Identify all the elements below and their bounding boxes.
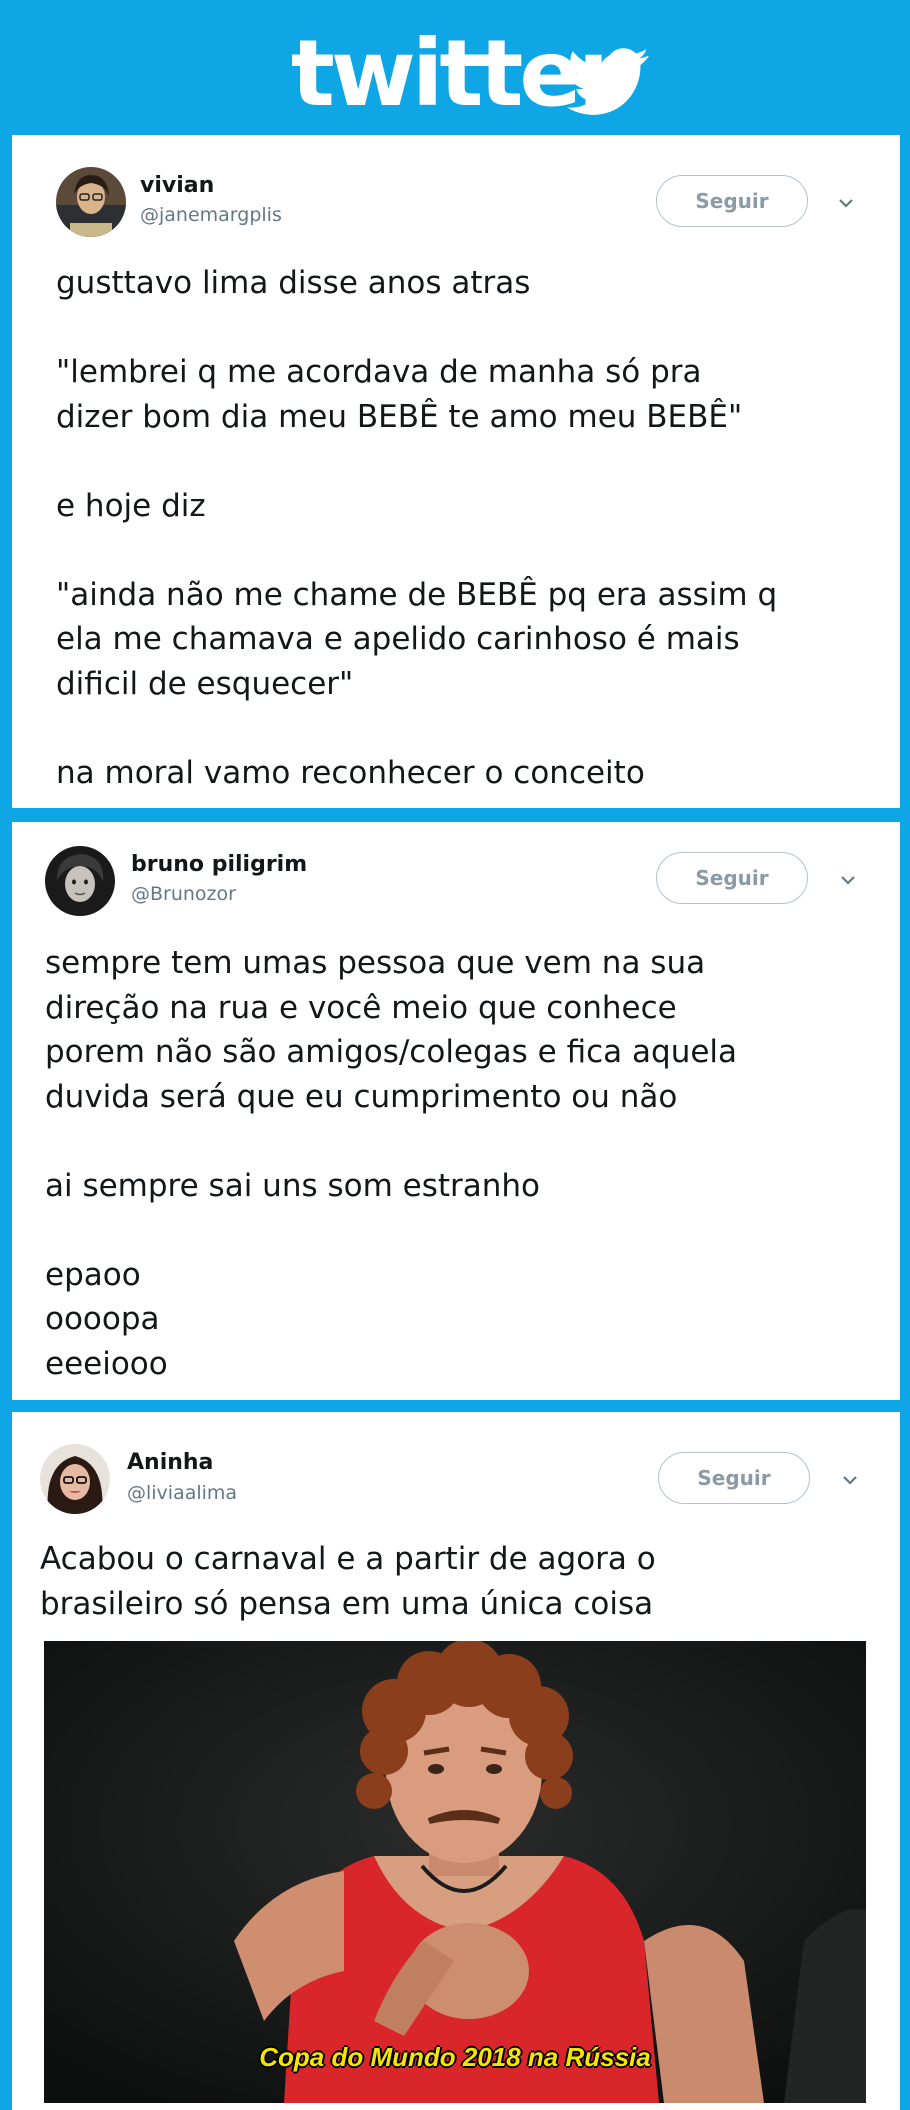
chevron-down-icon[interactable] [841, 1473, 859, 1487]
tweet-text: gusttavo lima disse anos atras "lembrei … [56, 265, 778, 791]
media-caption: Copa do Mundo 2018 na Rússia [259, 2042, 651, 2072]
user-handle[interactable]: @janemargplis [140, 204, 282, 226]
user-handle[interactable]: @Brunozor [131, 883, 236, 905]
follow-button[interactable]: Seguir [656, 852, 808, 904]
tweet-card: vivian @janemargplis Seguir gusttavo lim… [12, 135, 900, 808]
avatar[interactable] [40, 1444, 110, 1514]
user-name[interactable]: Aninha [127, 1450, 213, 1476]
chevron-down-icon[interactable] [837, 196, 855, 210]
follow-button[interactable]: Seguir [658, 1452, 810, 1504]
avatar[interactable] [56, 167, 126, 237]
tweet-media-gif[interactable]: Copa do Mundo 2018 na Rússia [44, 1641, 866, 2103]
follow-button[interactable]: Seguir [656, 175, 808, 227]
tweet-card: Aninha @liviaalima Seguir Acabou o carna… [12, 1412, 900, 2110]
user-handle[interactable]: @liviaalima [127, 1482, 237, 1504]
tweet-card: bruno piligrim @Brunozor Seguir sempre t… [12, 822, 900, 1400]
user-name[interactable]: vivian [140, 173, 214, 199]
avatar[interactable] [45, 846, 115, 916]
user-name[interactable]: bruno piligrim [131, 852, 307, 878]
media-illustration [44, 1641, 866, 2103]
twitter-header: twitter [0, 0, 910, 135]
twitter-bird-icon [566, 48, 649, 115]
tweet-text: sempre tem umas pessoa que vem na sua di… [45, 945, 738, 1382]
tweet-text: Acabou o carnaval e a partir de agora o … [40, 1541, 656, 1622]
twitter-logo-text: twitter [290, 20, 623, 127]
chevron-down-icon[interactable] [839, 873, 857, 887]
